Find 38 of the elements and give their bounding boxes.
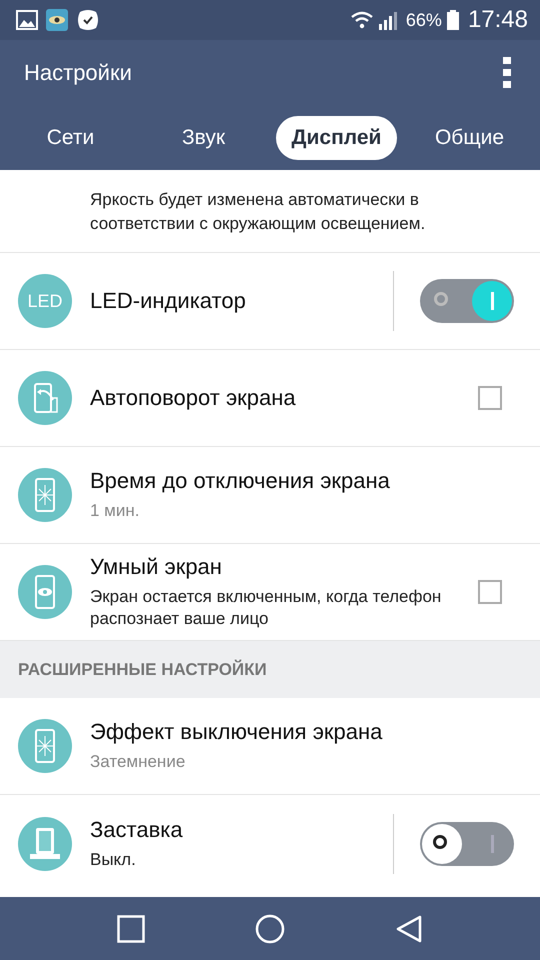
setting-summary: Экран остается включенным, когда телефон распознает ваше лицо — [90, 586, 442, 630]
phone-flash-icon — [18, 468, 72, 522]
setting-summary: 1 мин. — [90, 500, 140, 522]
eye-app-icon — [46, 9, 68, 31]
brightness-description: Яркость будет изменена автоматически в соответствии с окружающим освещением. — [0, 170, 540, 253]
back-icon[interactable] — [395, 914, 423, 942]
setting-title: Время до отключения экрана — [90, 468, 391, 494]
phone-dock-icon — [18, 816, 72, 870]
setting-title: LED-индикатор — [90, 288, 247, 314]
phone-eye-icon — [18, 565, 72, 619]
wifi-icon — [350, 11, 374, 29]
tab[interactable]: Сети — [30, 116, 110, 160]
setting-title: Заставка — [90, 816, 184, 842]
tab[interactable]: Звук — [166, 116, 242, 160]
section-header: РАСШИРЕННЫЕ НАСТРОЙКИ — [0, 641, 540, 698]
led-icon: LED — [18, 274, 72, 328]
image-icon — [16, 10, 38, 30]
rotate-phone-icon — [18, 371, 72, 425]
checkbox[interactable] — [478, 580, 502, 604]
battery-percent: 66% — [406, 10, 442, 30]
setting-summary: Выкл. — [90, 848, 137, 870]
setting-title: Автоповорот экрана — [90, 385, 297, 411]
setting-summary: Затемнение — [90, 751, 186, 773]
setting-title: Эффект выключения экрана — [90, 719, 384, 745]
recents-icon[interactable] — [117, 914, 145, 942]
tab[interactable]: Общие — [418, 116, 520, 160]
screen-title: Настройки — [24, 60, 132, 86]
setting-title: Умный экран — [90, 554, 223, 580]
checkbox[interactable] — [478, 386, 502, 410]
clock: 17:48 — [468, 6, 528, 34]
battery-icon — [446, 10, 459, 30]
phone-flash-icon — [18, 719, 72, 773]
toggle-switch[interactable] — [420, 822, 514, 866]
check-bubble-icon — [76, 8, 100, 32]
home-icon[interactable] — [255, 914, 285, 944]
more-menu-icon[interactable] — [502, 56, 512, 88]
toggle-switch[interactable] — [420, 279, 514, 323]
tab[interactable]: Дисплей — [276, 116, 398, 160]
